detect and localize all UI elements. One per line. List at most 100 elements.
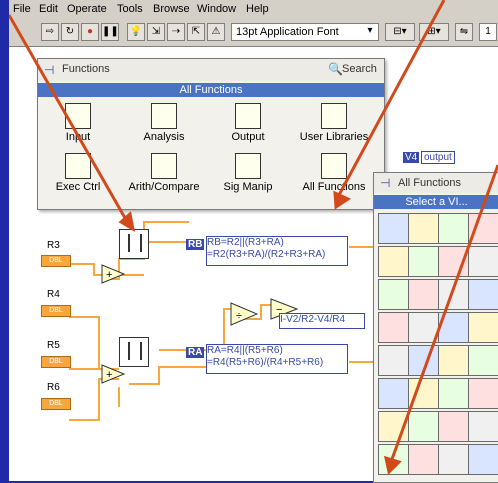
function-cell-icon[interactable]: [378, 246, 409, 277]
menu-bar: File Edit Operate Tools Browse Window He…: [9, 0, 498, 20]
formula-rb-label: RB: [186, 239, 205, 250]
category-exec-ctrl[interactable]: Exec Ctrl: [38, 153, 118, 193]
functions-palette[interactable]: ⊣ Functions 🔍 Search All Functions Input…: [37, 58, 385, 210]
select-vi-header: Select a VI...: [374, 195, 498, 209]
function-cell-icon[interactable]: [438, 312, 469, 343]
function-cell-icon[interactable]: [408, 345, 439, 376]
subpalette-header: ⊣ All Functions: [374, 173, 498, 193]
terminal-r4[interactable]: DBL: [41, 305, 71, 317]
function-cell-icon[interactable]: [468, 378, 498, 409]
category-input-label: Input: [65, 131, 91, 143]
category-arith-compare[interactable]: Arith/Compare: [124, 153, 204, 193]
function-cell-icon[interactable]: [438, 411, 469, 442]
function-cell-icon[interactable]: [438, 444, 469, 475]
step-over-icon[interactable]: ⇢: [167, 23, 185, 41]
terminal-r5[interactable]: DBL: [41, 356, 71, 368]
function-cell-icon[interactable]: [408, 279, 439, 310]
font-selector[interactable]: 13pt Application Font: [231, 23, 379, 41]
function-cell-icon[interactable]: [468, 345, 498, 376]
function-cell-icon[interactable]: [438, 345, 469, 376]
formula-node-rb[interactable]: RB=R2||(R3+RA) =R2(R3+RA)/(R2+R3+RA): [206, 236, 348, 266]
menu-window[interactable]: Window: [197, 3, 236, 15]
functions-palette-header: ⊣ Functions 🔍 Search: [38, 59, 384, 81]
menu-operate[interactable]: Operate: [67, 3, 107, 15]
function-cell-icon[interactable]: [408, 312, 439, 343]
function-cell-icon[interactable]: [438, 246, 469, 277]
all-functions-subpalette[interactable]: ⊣ All Functions Select a VI...: [373, 172, 498, 483]
output-icon: [235, 103, 261, 129]
function-cell-icon[interactable]: [378, 279, 409, 310]
function-cell-icon[interactable]: [468, 312, 498, 343]
function-cell-icon[interactable]: [378, 213, 409, 244]
category-output[interactable]: Output: [208, 103, 288, 143]
menu-file[interactable]: File: [13, 3, 31, 15]
function-cell-icon[interactable]: [408, 411, 439, 442]
compound-parallel-node-2[interactable]: [119, 337, 149, 367]
all-functions-icon: [321, 153, 347, 179]
category-all-functions[interactable]: All Functions: [294, 153, 374, 193]
pause-icon[interactable]: ❚❚: [101, 23, 119, 41]
step-into-icon[interactable]: ⇲: [147, 23, 165, 41]
formula-node-i[interactable]: I-V2/R2-V4/R4: [279, 313, 365, 329]
vi-icon[interactable]: 1: [479, 23, 497, 41]
category-user-libraries[interactable]: User Libraries: [294, 103, 374, 143]
function-cell-icon[interactable]: [468, 444, 498, 475]
user-libraries-icon: [321, 103, 347, 129]
analysis-icon: [151, 103, 177, 129]
category-arith-compare-label: Arith/Compare: [128, 181, 200, 193]
input-label-r4: R4: [47, 289, 60, 300]
compound-parallel-node[interactable]: [119, 229, 149, 259]
function-cell-icon[interactable]: [378, 312, 409, 343]
function-cell-icon[interactable]: [438, 213, 469, 244]
indicator-v4-output[interactable]: output: [421, 151, 455, 164]
formula-ra-line-2: =R4(R5+R6)/(R4+R5+R6): [207, 357, 324, 368]
function-cell-icon[interactable]: [468, 213, 498, 244]
category-input[interactable]: Input: [38, 103, 118, 143]
distribute-objects-icon[interactable]: ⊞▾: [419, 23, 449, 41]
terminal-r3[interactable]: DBL: [41, 255, 71, 267]
abort-icon[interactable]: ●: [81, 23, 99, 41]
pin-icon[interactable]: ⊣: [44, 63, 54, 77]
menu-browse[interactable]: Browse: [153, 3, 190, 15]
highlight-bulb-icon[interactable]: 💡: [127, 23, 145, 41]
input-icon: [65, 103, 91, 129]
function-cell-icon[interactable]: [408, 246, 439, 277]
step-out-icon[interactable]: ⇱: [187, 23, 205, 41]
input-label-r3: R3: [47, 240, 60, 251]
function-cell-icon[interactable]: [438, 279, 469, 310]
chevron-down-icon[interactable]: ▾: [361, 23, 379, 41]
function-cell-icon[interactable]: [378, 444, 409, 475]
input-label-r6: R6: [47, 382, 60, 393]
menu-tools[interactable]: Tools: [117, 3, 143, 15]
category-sig-manip[interactable]: Sig Manip: [208, 153, 288, 193]
warning-icon[interactable]: ⚠: [207, 23, 225, 41]
function-cell-icon[interactable]: [378, 378, 409, 409]
function-cell-icon[interactable]: [378, 345, 409, 376]
indicator-v4-label: V4: [403, 152, 420, 163]
function-cell-icon[interactable]: [408, 444, 439, 475]
formula-node-ra[interactable]: RA=R4||(R5+R6) =R4(R5+R6)/(R4+R5+R6): [206, 344, 348, 374]
category-output-label: Output: [231, 131, 265, 143]
search-icon[interactable]: 🔍: [328, 62, 343, 76]
function-cell-icon[interactable]: [378, 411, 409, 442]
category-analysis[interactable]: Analysis: [124, 103, 204, 143]
function-cell-icon[interactable]: [408, 378, 439, 409]
run-arrow-icon[interactable]: ⇨: [41, 23, 59, 41]
all-functions-header: All Functions: [38, 83, 384, 97]
function-cell-icon[interactable]: [468, 411, 498, 442]
menu-help[interactable]: Help: [246, 3, 269, 15]
menu-edit[interactable]: Edit: [39, 3, 58, 15]
sig-manip-icon: [235, 153, 261, 179]
function-cell-icon[interactable]: [438, 378, 469, 409]
search-button[interactable]: Search: [342, 63, 377, 75]
function-cell-icon[interactable]: [468, 279, 498, 310]
function-cell-icon[interactable]: [408, 213, 439, 244]
formula-rb-line-2: =R2(R3+RA)/(R2+R3+RA): [207, 249, 326, 260]
reorder-icon[interactable]: ⇋: [455, 23, 473, 41]
exec-ctrl-icon: [65, 153, 91, 179]
function-cell-icon[interactable]: [468, 246, 498, 277]
terminal-r6[interactable]: DBL: [41, 398, 71, 410]
subpalette-pin-icon[interactable]: ⊣: [380, 176, 390, 190]
run-continuous-icon[interactable]: ↻: [61, 23, 79, 41]
align-objects-icon[interactable]: ⊟▾: [385, 23, 415, 41]
